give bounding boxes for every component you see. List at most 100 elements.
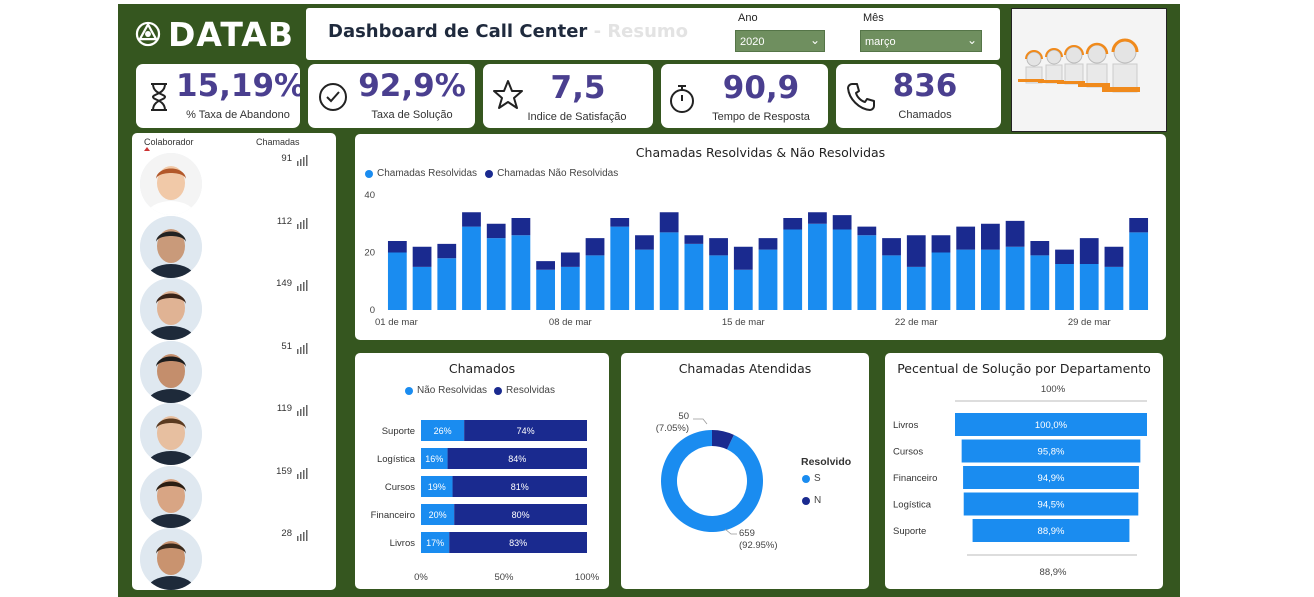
bar-resolved xyxy=(1005,246,1025,310)
kpi-value: 92,9% xyxy=(358,68,466,104)
bar-unresolved xyxy=(1129,218,1149,233)
collaborator-row[interactable]: 51 xyxy=(140,340,320,403)
data-label: 17% xyxy=(426,538,444,548)
data-label: 100,0% xyxy=(1035,420,1068,431)
x-tick-label: 100% xyxy=(575,572,600,583)
department-chart-plot: Suporte 26% 74% Logística 16% 84% Cursos 19% 81%… xyxy=(371,420,600,583)
bar-resolved xyxy=(1030,255,1050,310)
department-calls-chart: Chamados Não Resolvidas Resolvidas Supor… xyxy=(355,353,609,589)
bar-resolved xyxy=(1129,232,1149,310)
kpi-label: % Taxa de Abandono xyxy=(186,109,290,121)
collaborator-row[interactable]: 159 xyxy=(140,465,320,528)
bar-unresolved xyxy=(684,235,704,244)
chevron-down-icon: ⌄ xyxy=(809,33,820,47)
data-label: 94,9% xyxy=(1038,473,1065,484)
y-category-label: Logística xyxy=(893,500,932,511)
legend-item-s: S xyxy=(802,473,821,484)
bar-resolved xyxy=(659,232,679,310)
data-label: 94,5% xyxy=(1038,500,1065,511)
bar-unresolved xyxy=(1055,249,1074,264)
bar-unresolved xyxy=(387,241,407,253)
calls-count: 159 xyxy=(276,465,292,477)
call-center-image xyxy=(1011,8,1167,132)
bar-resolved xyxy=(585,255,605,310)
avatar-image xyxy=(140,528,202,590)
bar-unresolved xyxy=(906,235,926,267)
dashboard-frame: DATAB Dashboard de Call Center - Resumo … xyxy=(118,4,1180,597)
x-tick-label: 29 de mar xyxy=(1068,317,1111,328)
bar-resolved xyxy=(536,269,556,310)
kpi-card-satisfaction: 7,5 Indice de Satisfação xyxy=(483,64,653,128)
bar-resolved xyxy=(437,258,457,310)
bar-unresolved xyxy=(783,218,803,230)
bar-unresolved xyxy=(1030,241,1050,256)
bar-resolved xyxy=(1104,266,1124,310)
calls-count: 91 xyxy=(281,153,292,164)
avatar-image xyxy=(140,340,202,403)
calls-count: 112 xyxy=(276,215,292,227)
kpi-label: Tempo de Resposta xyxy=(712,111,810,123)
kpi-value: 836 xyxy=(892,68,958,104)
collaborator-row[interactable]: 28 xyxy=(140,528,320,590)
column-header-collaborator[interactable]: Colaborador xyxy=(144,137,194,147)
kpi-card-calls: 836 Chamados xyxy=(836,64,1001,128)
bar-unresolved xyxy=(758,238,778,250)
bar-unresolved xyxy=(1104,246,1124,267)
collaborator-row[interactable]: 112 xyxy=(140,215,320,278)
month-dropdown[interactable]: março ⌄ xyxy=(860,30,982,52)
bar-resolved xyxy=(387,252,407,310)
y-category-label: Financeiro xyxy=(371,510,415,521)
leader-line xyxy=(693,418,708,425)
bar-unresolved xyxy=(511,218,531,236)
bar-unresolved xyxy=(931,235,951,253)
filter-label-year: Ano xyxy=(738,12,758,24)
bar-resolved xyxy=(462,226,481,310)
kpi-label: Taxa de Solução xyxy=(371,109,453,121)
bar-unresolved xyxy=(808,212,827,224)
data-label: 74% xyxy=(517,426,535,436)
bar-chart-icon xyxy=(296,341,308,359)
bar-unresolved xyxy=(486,223,506,239)
stopwatch-icon xyxy=(670,85,694,113)
bar-resolved xyxy=(882,255,901,310)
y-tick-label: 20 xyxy=(364,248,375,259)
avatar-image xyxy=(140,215,202,278)
bar-resolved xyxy=(709,255,728,310)
bar-unresolved xyxy=(857,226,877,236)
department-solution-chart: Pecentual de Solução por Departamento 10… xyxy=(885,353,1163,589)
bar-resolved xyxy=(980,249,1000,310)
data-label: 16% xyxy=(425,454,443,464)
bar-unresolved xyxy=(882,238,901,256)
avatar-image xyxy=(140,465,202,528)
bar-resolved xyxy=(956,249,976,310)
bar-chart-icon xyxy=(296,466,308,484)
avatar xyxy=(140,340,202,403)
avatar xyxy=(140,153,202,215)
bar-resolved xyxy=(1055,264,1074,310)
collaborator-row[interactable]: 119 xyxy=(140,403,320,465)
bar-chart-icon-glyph xyxy=(297,405,308,416)
x-tick-label: 08 de mar xyxy=(549,317,592,328)
sort-indicator-icon xyxy=(144,147,150,151)
data-label: (92.95%) xyxy=(739,540,778,551)
y-category-label: Cursos xyxy=(385,482,415,493)
y-category-label: Cursos xyxy=(893,447,923,458)
data-label: 659 xyxy=(739,528,755,539)
calls-count: 28 xyxy=(281,528,292,539)
year-dropdown[interactable]: 2020 ⌄ xyxy=(735,30,825,52)
bar-resolved xyxy=(635,249,654,310)
bar-chart-icon-glyph xyxy=(297,280,308,291)
collaborator-row[interactable]: 91 xyxy=(140,153,320,215)
kpi-value: 90,9 xyxy=(722,70,800,106)
bar-resolved xyxy=(560,266,580,310)
bar-unresolved xyxy=(1079,238,1099,264)
kpi-card-response-time: 90,9 Tempo de Resposta xyxy=(661,64,828,128)
kpi-label: Indice de Satisfação xyxy=(527,111,627,123)
column-header-calls[interactable]: Chamadas xyxy=(256,137,300,147)
funnel-chart-plot: 100% Livros 100,0% Cursos 95,8% Financeiro 94,… xyxy=(893,384,1147,578)
collaborator-row[interactable]: 149 xyxy=(140,278,320,340)
legend-dot-n xyxy=(802,496,810,505)
avatar xyxy=(140,403,202,465)
kpi-value: 15,19% xyxy=(176,68,300,104)
axis-bottom-label: 88,9% xyxy=(1040,567,1067,578)
